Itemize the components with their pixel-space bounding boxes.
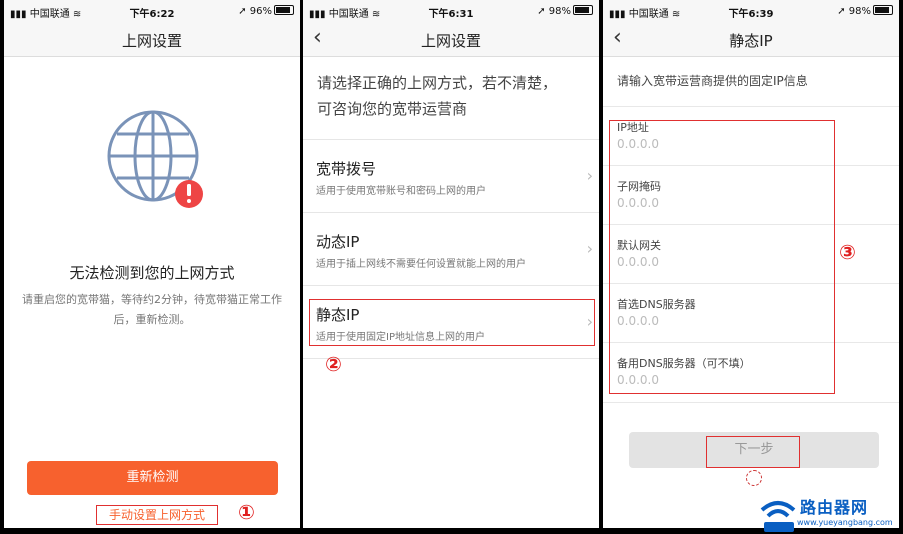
chevron-right-icon: ›	[586, 239, 593, 258]
option-title: 动态IP	[316, 233, 360, 251]
location-icon: ➚	[537, 6, 546, 17]
nav-bar: 上网设置	[4, 22, 300, 57]
battery-icon	[573, 5, 593, 15]
battery-percent: 96%	[249, 6, 272, 17]
battery-icon	[274, 5, 294, 15]
chevron-right-icon: ›	[586, 166, 593, 185]
intro-text: 请输入宽带运营商提供的固定IP信息	[617, 74, 808, 88]
watermark-text: 路由器网	[800, 498, 869, 517]
page-title: 上网设置	[420, 32, 481, 50]
location-icon: ➚	[837, 6, 846, 17]
phone-screen-1: ▮▮▮ 中国联通 ≋ 下午6:22 ➚ 96% 上网设置 无法检测到您的上网方式…	[4, 0, 300, 528]
phone-screen-3: ▮▮▮ 中国联通 ≋ 下午6:39 ➚ 98% ‹ 静态IP 请输入宽带运营商提…	[603, 0, 899, 528]
highlight-box	[706, 436, 800, 468]
watermark-url: www.yueyangbang.com	[797, 518, 893, 527]
error-heading: 无法检测到您的上网方式	[69, 264, 235, 282]
highlight-box	[609, 120, 835, 394]
retry-detect-button[interactable]: 重新检测	[27, 461, 278, 495]
status-bar: ▮▮▮ 中国联通 ≋ 下午6:22 ➚ 96%	[4, 0, 300, 22]
status-bar: ▮▮▮ 中国联通 ≋ 下午6:39 ➚ 98%	[603, 0, 899, 22]
option-subtitle: 适用于使用宽带账号和密码上网的用户	[316, 186, 486, 197]
highlight-box	[309, 299, 595, 346]
page-title: 静态IP	[729, 32, 773, 50]
step-marker-3: ③	[839, 240, 856, 264]
battery-percent: 98%	[548, 6, 571, 17]
manual-setup-link[interactable]: 手动设置上网方式	[96, 505, 218, 525]
globe-icon	[107, 110, 203, 208]
alert-icon	[175, 180, 203, 208]
option-pppoe[interactable]: 宽带拨号 适用于使用宽带账号和密码上网的用户 ›	[303, 139, 599, 212]
step-marker-1: ①	[238, 500, 255, 524]
tap-indicator-icon	[746, 470, 762, 486]
location-icon: ➚	[238, 6, 247, 17]
battery-percent: 98%	[848, 6, 871, 17]
option-subtitle: 适用于插上网线不需要任何设置就能上网的用户	[316, 259, 526, 270]
page-title: 上网设置	[121, 32, 182, 50]
option-title: 宽带拨号	[316, 160, 377, 178]
status-bar: ▮▮▮ 中国联通 ≋ 下午6:31 ➚ 98%	[303, 0, 599, 22]
battery-icon	[873, 5, 893, 15]
intro-text: 请选择正确的上网方式，若不清楚， 可咨询您的宽带运营商	[317, 74, 558, 118]
step-marker-2: ②	[325, 352, 342, 376]
option-dynamic-ip[interactable]: 动态IP 适用于插上网线不需要任何设置就能上网的用户 ›	[303, 212, 599, 285]
phone-screen-2: ▮▮▮ 中国联通 ≋ 下午6:31 ➚ 98% ‹ 上网设置 请选择正确的上网方…	[303, 0, 599, 528]
nav-bar: ‹ 静态IP	[603, 22, 899, 57]
nav-bar: ‹ 上网设置	[303, 22, 599, 57]
error-description: 请重启您的宽带猫，等待约2分钟，待宽带猫正常工作 后，重新检测。	[22, 293, 282, 326]
